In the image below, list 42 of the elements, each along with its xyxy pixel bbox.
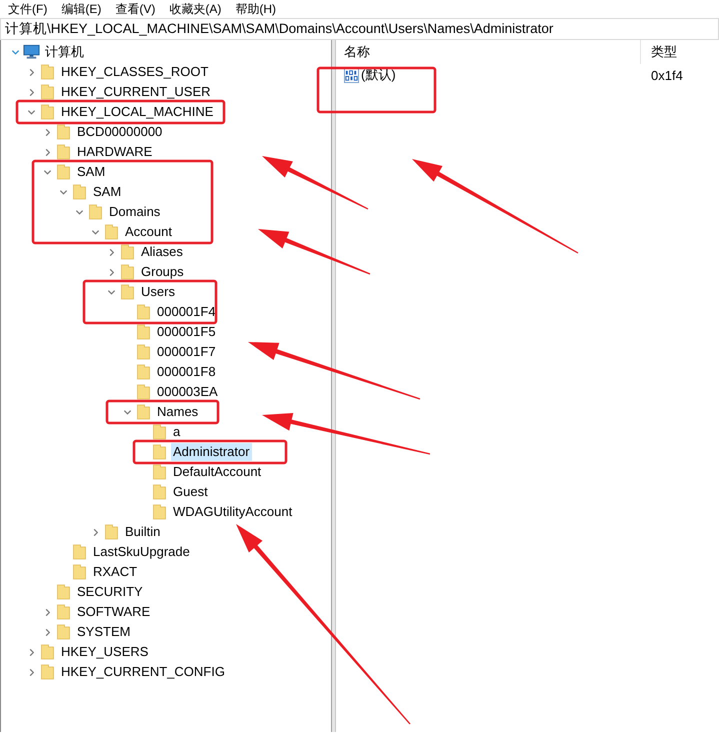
tree-item[interactable]: Account	[123, 223, 174, 241]
tree-item[interactable]: HKEY_USERS	[59, 643, 150, 661]
tree-item[interactable]: BCD00000000	[75, 123, 164, 141]
tree-item[interactable]: Domains	[107, 203, 162, 221]
column-header[interactable]: 名称	[336, 43, 640, 61]
tree-item[interactable]: SECURITY	[75, 583, 145, 601]
tree-item[interactable]: Names	[155, 403, 200, 421]
value-name[interactable]: (默认)	[361, 66, 396, 84]
tree-item[interactable]: 000003EA	[155, 383, 220, 401]
tree-item[interactable]: HARDWARE	[75, 143, 154, 161]
tree-item[interactable]: HKEY_CURRENT_CONFIG	[59, 663, 227, 681]
tree-item[interactable]: Groups	[139, 263, 186, 281]
tree-item[interactable]: HKEY_LOCAL_MACHINE	[59, 103, 216, 121]
tree-item[interactable]: WDAGUtilityAccount	[171, 503, 294, 521]
tree-item[interactable]: SYSTEM	[75, 623, 132, 641]
menu-item[interactable]: 帮助(H)	[235, 0, 276, 18]
menu-item[interactable]: 查看(V)	[115, 0, 156, 18]
tree-item[interactable]: 000001F8	[155, 363, 218, 381]
menu-item[interactable]: 编辑(E)	[61, 0, 102, 18]
value-type: 0x1f4	[650, 68, 683, 82]
tree-item[interactable]: SAM	[75, 163, 108, 181]
tree-item[interactable]: 计算机	[43, 43, 86, 61]
tree-item[interactable]: 000001F4	[155, 303, 218, 321]
tree-item[interactable]: LastSkuUpgrade	[91, 543, 192, 561]
column-header[interactable]: 类型	[640, 40, 677, 64]
tree-item[interactable]: SAM	[91, 183, 124, 201]
menu-item[interactable]: 收藏夹(A)	[169, 0, 222, 18]
address-bar[interactable]: 计算机\HKEY_LOCAL_MACHINE\SAM\SAM\Domains\Account\Users\Names\Administrator	[0, 18, 719, 40]
tree-item[interactable]: Aliases	[139, 243, 185, 261]
tree-item[interactable]: Guest	[171, 483, 210, 501]
tree-item[interactable]: a	[171, 423, 182, 441]
menu-item[interactable]: 文件(F)	[8, 0, 48, 18]
tree-item[interactable]: Builtin	[123, 523, 162, 541]
tree-item[interactable]: RXACT	[91, 563, 140, 581]
tree-item[interactable]: SOFTWARE	[75, 603, 152, 621]
tree-item[interactable]: DefaultAccount	[171, 463, 264, 481]
tree-item[interactable]: HKEY_CURRENT_USER	[59, 83, 213, 101]
tree-item[interactable]: 000001F5	[155, 323, 218, 341]
tree-item[interactable]: HKEY_CLASSES_ROOT	[59, 63, 210, 81]
tree-item[interactable]: Users	[139, 283, 177, 301]
tree-item[interactable]: 000001F7	[155, 343, 218, 361]
tree-item[interactable]: Administrator	[171, 443, 252, 461]
